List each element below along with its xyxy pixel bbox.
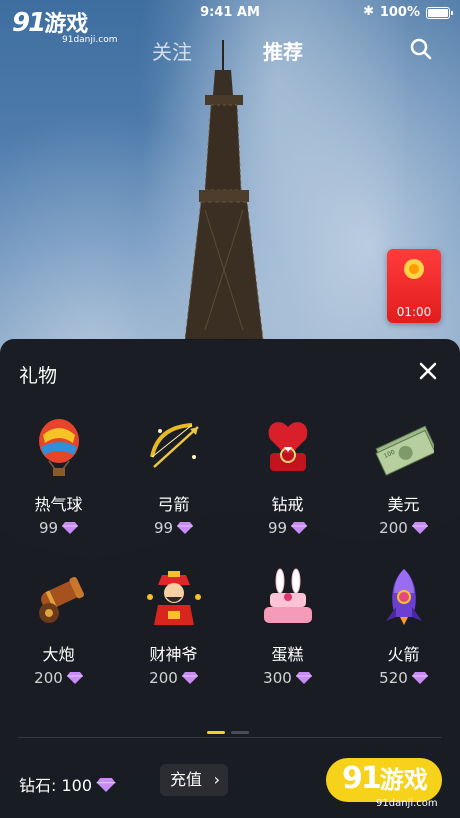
gift-item-diamond-ring[interactable]: 钻戒 99 <box>230 417 345 537</box>
red-packet-button[interactable]: 01:00 <box>387 249 441 323</box>
diamond-icon <box>62 522 79 534</box>
watermark-text: 游戏 <box>379 766 428 794</box>
watermark-url: 91danji.com <box>376 798 438 809</box>
panel-title: 礼物 <box>19 365 58 387</box>
gift-item-rocket[interactable]: 火箭 520 <box>346 567 460 687</box>
gift-name: 火箭 <box>387 645 420 664</box>
watermark-logo-bottom: 91游戏 91danji.com <box>342 760 438 809</box>
watermark-text: 游戏 <box>44 12 89 37</box>
tab-follow[interactable]: 关注 <box>152 36 192 65</box>
chevron-right-icon: › <box>213 770 220 789</box>
bluetooth-icon: ✱ <box>363 4 374 19</box>
diamond-balance: 钻石: 100 <box>19 772 116 796</box>
cake-icon <box>263 568 312 623</box>
diamond-icon <box>96 778 116 792</box>
gift-item-dollars[interactable]: 100 美元 200 <box>346 417 460 537</box>
gift-price: 200 <box>346 519 460 537</box>
dollar-bills-icon: 100 <box>374 425 436 476</box>
gift-name: 钻戒 <box>271 495 304 514</box>
gift-price: 520 <box>346 669 460 687</box>
cannon-icon <box>38 576 84 623</box>
eiffel-tower-image <box>184 40 264 340</box>
tab-recommend[interactable]: 推荐 <box>263 36 303 65</box>
gift-panel: 礼物 热气球 99 弓箭 99 钻戒 99 100 美元 200 大炮 200 … <box>0 339 460 818</box>
diamond-icon <box>291 522 308 534</box>
battery-percent: 100% <box>379 5 420 20</box>
diamond-icon <box>177 522 194 534</box>
gift-item-cannon[interactable]: 大炮 200 <box>1 567 116 687</box>
gift-name: 美元 <box>387 495 420 514</box>
gift-price: 200 <box>116 669 231 687</box>
gift-price: 300 <box>230 669 345 687</box>
diamond-icon <box>181 672 198 684</box>
hot-air-balloon-icon <box>38 419 79 476</box>
gift-name: 财神爷 <box>149 645 198 664</box>
gift-price: 99 <box>116 519 231 537</box>
battery-icon <box>426 7 453 19</box>
god-of-wealth-icon <box>146 571 201 625</box>
gift-price: 99 <box>1 519 116 537</box>
gift-item-bow-arrow[interactable]: 弓箭 99 <box>116 417 231 537</box>
balance-value: 100 <box>61 776 93 795</box>
watermark-number: 91 <box>342 761 382 796</box>
gift-item-cake[interactable]: 蛋糕 300 <box>230 567 345 687</box>
page-dot-active[interactable] <box>207 731 225 734</box>
top-nav: 关注 推荐 <box>0 36 460 66</box>
page-dot[interactable] <box>231 731 249 734</box>
recharge-label: 充值 <box>170 770 203 789</box>
gift-name: 弓箭 <box>157 495 190 514</box>
diamond-ring-icon <box>268 422 307 471</box>
watermark-logo: 91游戏 91danji.com <box>12 6 117 45</box>
diamond-icon <box>295 672 312 684</box>
gift-name: 大炮 <box>42 645 75 664</box>
gift-item-hot-air-balloon[interactable]: 热气球 99 <box>1 417 116 537</box>
page-indicator <box>207 719 255 738</box>
gift-price: 99 <box>230 519 345 537</box>
coin-icon <box>404 259 424 279</box>
gift-name: 蛋糕 <box>271 645 304 664</box>
rocket-icon <box>385 569 422 625</box>
diamond-icon <box>411 672 428 684</box>
red-packet-timer: 01:00 <box>396 305 432 319</box>
search-icon[interactable] <box>410 38 432 60</box>
diamond-icon <box>66 672 83 684</box>
gift-name: 热气球 <box>34 495 83 514</box>
close-icon[interactable] <box>418 361 438 381</box>
diamond-icon <box>411 522 428 534</box>
watermark-number: 91 <box>12 8 46 38</box>
gift-item-god-of-wealth[interactable]: 财神爷 200 <box>116 567 231 687</box>
divider <box>18 737 442 738</box>
bow-arrow-icon <box>149 423 199 468</box>
balance-label: 钻石: <box>19 776 57 795</box>
recharge-button[interactable]: 充值 › <box>160 764 228 796</box>
gift-price: 200 <box>1 669 116 687</box>
